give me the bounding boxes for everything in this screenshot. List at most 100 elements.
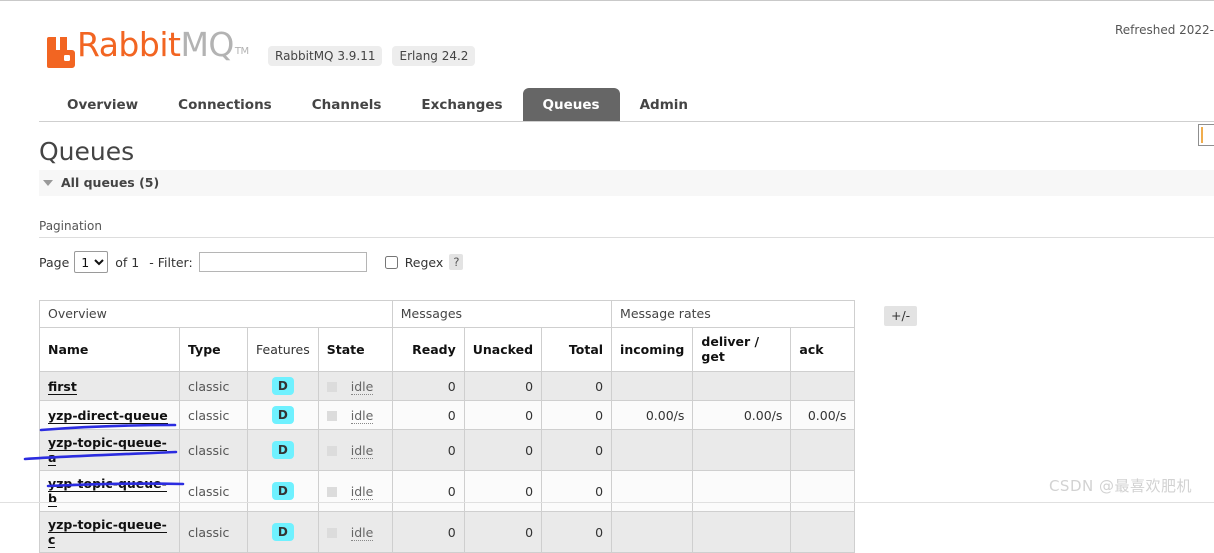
main-navigation: Overview Connections Channels Exchanges … bbox=[0, 87, 1214, 122]
regex-checkbox[interactable] bbox=[384, 255, 398, 269]
column-header-total[interactable]: Total bbox=[541, 327, 613, 372]
erlang-version-badge: Erlang 24.2 bbox=[392, 46, 476, 66]
queue-ack-cell bbox=[790, 470, 856, 512]
queues-table-body: first classic D idle 0 0 0 yzp-direct-qu… bbox=[39, 371, 856, 553]
queue-name-cell: first bbox=[39, 371, 180, 401]
queue-type-cell: classic bbox=[179, 429, 248, 471]
queue-features-cell: D bbox=[247, 470, 319, 512]
clipped-right-edge-input[interactable] bbox=[1198, 124, 1214, 146]
queue-ready-cell: 0 bbox=[391, 429, 465, 471]
queue-link[interactable]: yzp-topic-queue-a bbox=[48, 435, 167, 466]
queue-features-cell: D bbox=[247, 400, 319, 430]
queue-deliver-get-cell bbox=[692, 429, 792, 471]
queue-state-cell: idle bbox=[317, 470, 393, 512]
logo-mq-text: MQ bbox=[180, 25, 234, 64]
queue-link[interactable]: yzp-topic-queue-c bbox=[48, 517, 167, 548]
queue-state-cell: idle bbox=[317, 429, 393, 471]
main-content: Queues All queues (5) Pagination Page 1 … bbox=[39, 123, 1214, 553]
queue-deliver-get-cell bbox=[692, 511, 792, 553]
column-header-ready[interactable]: Ready bbox=[391, 327, 465, 372]
queue-incoming-cell bbox=[611, 470, 694, 512]
tab-queues[interactable]: Queues bbox=[522, 88, 620, 122]
filter-input[interactable] bbox=[198, 252, 367, 272]
tab-overview[interactable]: Overview bbox=[47, 88, 158, 122]
queue-features-cell: D bbox=[247, 511, 319, 553]
durable-badge: D bbox=[271, 441, 294, 459]
queue-deliver-get-cell: 0.00/s bbox=[692, 400, 792, 430]
durable-badge: D bbox=[271, 482, 294, 500]
queue-total-cell: 0 bbox=[541, 511, 613, 553]
csdn-watermark: CSDN @最喜欢肥机 bbox=[1048, 477, 1192, 495]
queue-unacked-cell: 0 bbox=[463, 371, 543, 401]
group-header-messages: Messages bbox=[391, 300, 613, 328]
queue-state-label: idle bbox=[350, 379, 374, 395]
chevron-down-icon[interactable] bbox=[43, 179, 53, 186]
queue-unacked-cell: 0 bbox=[463, 470, 543, 512]
queue-total-cell: 0 bbox=[541, 429, 613, 471]
queue-ack-cell bbox=[790, 429, 856, 471]
queue-link[interactable]: yzp-direct-queue bbox=[48, 407, 168, 424]
queue-type-cell: classic bbox=[179, 511, 248, 553]
queue-total-cell: 0 bbox=[541, 470, 613, 512]
queue-unacked-cell: 0 bbox=[463, 429, 543, 471]
column-header-features[interactable]: Features bbox=[247, 327, 319, 372]
column-header-unacked[interactable]: Unacked bbox=[463, 327, 543, 372]
rabbitmq-logo-icon bbox=[47, 37, 75, 68]
tab-channels[interactable]: Channels bbox=[292, 88, 402, 122]
pagination-controls: Page 1 of 1 - Filter: Regex ? bbox=[39, 251, 1214, 273]
column-header-state[interactable]: State bbox=[317, 327, 393, 372]
queue-state-label: idle bbox=[350, 484, 374, 500]
queue-ack-cell: 0.00/s bbox=[790, 400, 856, 430]
column-header-name[interactable]: Name bbox=[39, 327, 180, 372]
tab-exchanges[interactable]: Exchanges bbox=[401, 88, 522, 122]
queue-ready-cell: 0 bbox=[391, 511, 465, 553]
toggle-columns-button[interactable]: +/- bbox=[884, 306, 918, 326]
queue-ready-cell: 0 bbox=[391, 371, 465, 401]
tab-connections[interactable]: Connections bbox=[158, 88, 292, 122]
tab-admin[interactable]: Admin bbox=[620, 88, 708, 122]
queue-total-cell: 0 bbox=[541, 371, 613, 401]
all-queues-section-header[interactable]: All queues (5) bbox=[39, 170, 1214, 196]
queue-name-cell: yzp-topic-queue-c bbox=[39, 511, 180, 553]
queue-link[interactable]: first bbox=[48, 378, 77, 395]
queue-type-cell: classic bbox=[179, 371, 248, 401]
queue-state-label: idle bbox=[350, 408, 374, 424]
queue-type-cell: classic bbox=[179, 470, 248, 512]
page-count-label: of 1 bbox=[115, 254, 140, 270]
queue-deliver-get-cell bbox=[692, 371, 792, 401]
logo-wordmark: RabbitMQTM bbox=[77, 25, 249, 70]
durable-badge: D bbox=[271, 406, 294, 424]
queue-total-cell: 0 bbox=[541, 400, 613, 430]
queue-ready-cell: 0 bbox=[391, 400, 465, 430]
queue-state-label: idle bbox=[350, 525, 374, 541]
refreshed-timestamp: Refreshed 2022- bbox=[1115, 23, 1214, 37]
version-badges: RabbitMQ 3.9.11 Erlang 24.2 bbox=[268, 46, 476, 66]
page-title: Queues bbox=[39, 137, 135, 166]
queue-state-cell: idle bbox=[317, 371, 393, 401]
table-column-header-row: Name Type Features State Ready Unacked T… bbox=[39, 327, 856, 372]
queue-features-cell: D bbox=[247, 371, 319, 401]
queue-ready-cell: 0 bbox=[391, 470, 465, 512]
table-row: first classic D idle 0 0 0 bbox=[39, 371, 856, 401]
rabbitmq-version-badge: RabbitMQ 3.9.11 bbox=[268, 46, 383, 66]
queue-unacked-cell: 0 bbox=[463, 511, 543, 553]
queue-ack-cell bbox=[790, 511, 856, 553]
queue-type-cell: classic bbox=[179, 400, 248, 430]
durable-badge: D bbox=[271, 523, 294, 541]
column-header-incoming[interactable]: incoming bbox=[611, 327, 694, 372]
table-row: yzp-topic-queue-c classic D idle 0 0 0 bbox=[39, 511, 856, 553]
queue-incoming-cell bbox=[611, 371, 694, 401]
column-header-ack[interactable]: ack bbox=[790, 327, 856, 372]
queue-incoming-cell bbox=[611, 429, 694, 471]
state-indicator-icon bbox=[326, 381, 337, 392]
state-indicator-icon bbox=[326, 410, 337, 421]
column-header-deliver-get[interactable]: deliver / get bbox=[692, 327, 792, 372]
queue-ack-cell bbox=[790, 371, 856, 401]
regex-help-icon[interactable]: ? bbox=[449, 254, 464, 270]
page-select[interactable]: 1 bbox=[74, 251, 109, 273]
rabbitmq-logo[interactable]: RabbitMQTM bbox=[47, 25, 249, 70]
queue-name-cell: yzp-topic-queue-b bbox=[39, 470, 180, 512]
column-header-type[interactable]: Type bbox=[179, 327, 248, 372]
group-header-overview: Overview bbox=[39, 300, 393, 328]
table-group-header-row: Overview Messages Message rates bbox=[39, 300, 856, 328]
